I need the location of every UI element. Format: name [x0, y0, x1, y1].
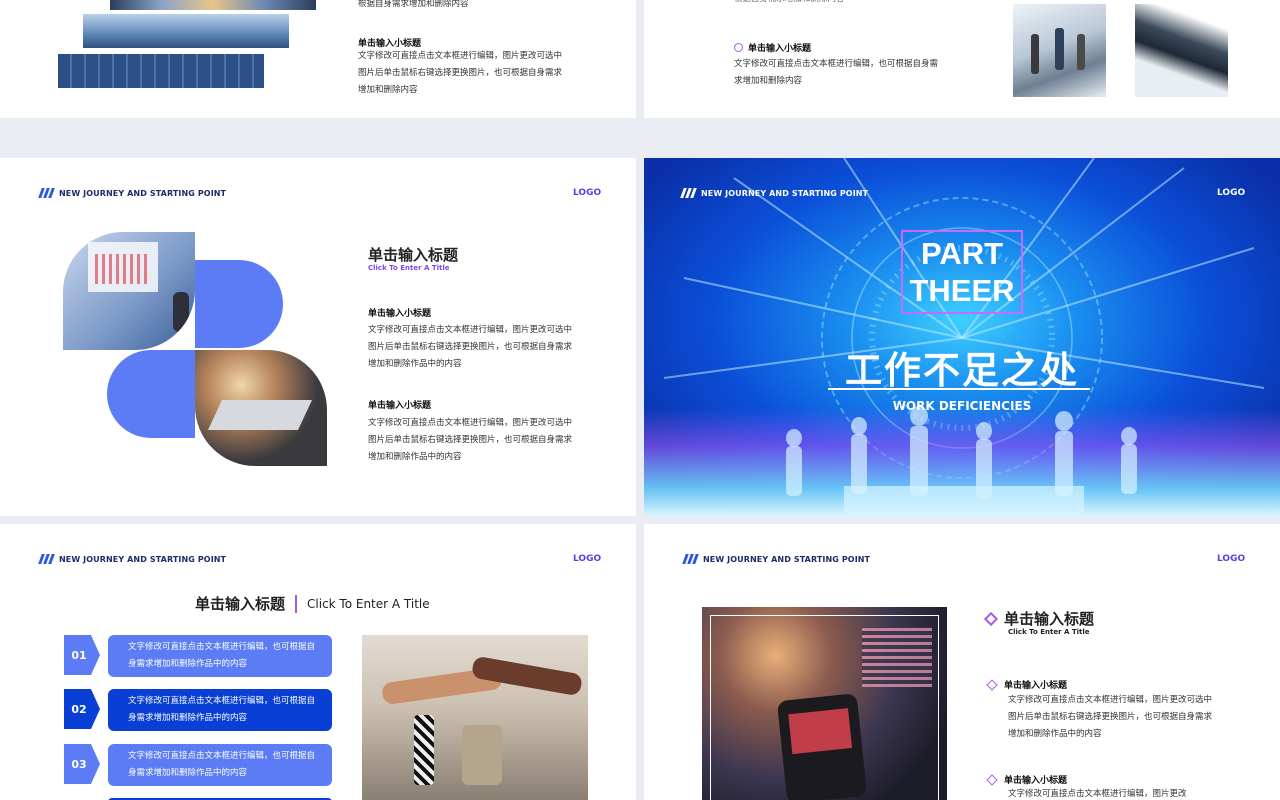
slide6-item2-row: 单击输入小标题	[986, 773, 1068, 786]
slide6-body-1: 文字修改可直接点击文本框进行编辑，图片更改可选中图片后单击鼠标右键选择更换图片，…	[1008, 695, 1213, 739]
section-title-en: WORK DEFICIENCIES	[892, 399, 1032, 413]
slide2-subtitle: 单击输入小标题	[748, 44, 812, 54]
petal-photo-laptop	[195, 350, 327, 466]
building-photo-3	[58, 54, 264, 88]
slide6-title: 单击输入标题	[1004, 610, 1095, 628]
slide1-top-line: 根据自身需求增加和删除内容	[358, 0, 469, 9]
slide-4[interactable]: NEW JOURNEY AND STARTING POINT LOGO PART…	[644, 158, 1280, 516]
slide2-body: 文字修改可直接点击文本框进行编辑，也可根据自身需求增加和删除内容	[734, 59, 939, 86]
slash-marks-icon	[38, 554, 55, 564]
slide5-title-en: Click To Enter A Title	[307, 596, 430, 611]
slide-1[interactable]: 根据自身需求增加和删除内容 单击输入小标题 文字修改可直接点击文本框进行编辑，图…	[0, 0, 636, 118]
step-number-2: 02	[64, 689, 100, 729]
logo: LOGO	[1217, 554, 1246, 564]
slash-marks-icon	[38, 188, 55, 198]
slide6-body-2: 文字修改可直接点击文本框进行编辑，图片更改	[1008, 789, 1187, 799]
slide3-body-2: 文字修改可直接点击文本框进行编辑，图片更改可选中图片后单击鼠标右键选择更换图片，…	[368, 418, 573, 462]
step-bar-2[interactable]: 文字修改可直接点击文本框进行编辑，也可根据自身需求增加和删除作品中的内容	[108, 689, 332, 731]
logo: LOGO	[573, 188, 602, 198]
petal-blue-left	[107, 350, 195, 438]
climbers-photo	[1013, 4, 1106, 97]
slide3-title: 单击输入标题	[368, 246, 459, 264]
mountain-photo	[1135, 4, 1228, 97]
title-divider	[828, 388, 1090, 390]
slide2-top-line: 根据自身需求增加和删除内容	[734, 0, 845, 8]
title-separator	[295, 594, 298, 613]
step-text-2: 文字修改可直接点击文本框进行编辑，也可根据自身需求增加和删除作品中的内容	[128, 696, 316, 723]
diamond-icon	[983, 611, 999, 626]
section-title-cn: 工作不足之处	[845, 349, 1079, 392]
header-text: NEW JOURNEY AND STARTING POINT	[703, 554, 871, 564]
slide4-header: NEW JOURNEY AND STARTING POINT	[680, 188, 869, 198]
small-diamond-icon	[986, 773, 998, 786]
slide-2[interactable]: 根据自身需求增加和删除内容 单击输入小标题 文字修改可直接点击文本框进行编辑，也…	[644, 0, 1280, 118]
slide3-title-en: Click To Enter A Title	[368, 264, 450, 272]
step-number-3: 03	[64, 744, 100, 784]
slide1-body: 文字修改可直接点击文本框进行编辑，图片更改可选中图片后单击鼠标右键选择更换图片，…	[358, 51, 563, 95]
phone-music-photo	[702, 607, 947, 800]
slide6-title-en: Click To Enter A Title	[1008, 628, 1090, 636]
slide-5[interactable]: NEW JOURNEY AND STARTING POINT LOGO 单击输入…	[0, 524, 636, 800]
header-text: NEW JOURNEY AND STARTING POINT	[59, 188, 227, 198]
step-text-1: 文字修改可直接点击文本框进行编辑，也可根据自身需求增加和删除作品中的内容	[128, 642, 316, 669]
slide2-subtitle-row: 单击输入小标题	[734, 41, 811, 54]
slide-6[interactable]: NEW JOURNEY AND STARTING POINT LOGO 单击输入…	[644, 524, 1280, 800]
part-line2: THEER	[909, 273, 1015, 308]
slide5-header: NEW JOURNEY AND STARTING POINT	[38, 554, 227, 564]
team-fist-bump-photo	[362, 635, 588, 800]
part-line1: PART	[920, 236, 1004, 271]
logo: LOGO	[1217, 188, 1246, 198]
slide6-item1-row: 单击输入小标题	[986, 678, 1068, 691]
petal-photo-chart	[63, 232, 195, 350]
petal-blue-top	[195, 260, 283, 348]
small-diamond-icon	[986, 678, 998, 691]
slash-marks-icon	[682, 554, 699, 564]
slash-marks-icon	[680, 188, 697, 198]
slide5-title: 单击输入标题	[195, 595, 286, 613]
building-photo-1	[110, 0, 316, 10]
slide6-subtitle-2: 单击输入小标题	[1004, 776, 1068, 786]
header-text: NEW JOURNEY AND STARTING POINT	[701, 188, 869, 198]
slide3-subtitle-1: 单击输入小标题	[368, 309, 432, 319]
slide3-header: NEW JOURNEY AND STARTING POINT	[38, 188, 227, 198]
step-text-3: 文字修改可直接点击文本框进行编辑，也可根据自身需求增加和删除作品中的内容	[128, 751, 316, 778]
slide6-title-row: 单击输入标题	[983, 608, 1095, 629]
step-number-1: 01	[64, 635, 100, 675]
logo: LOGO	[573, 554, 602, 564]
slide-3[interactable]: NEW JOURNEY AND STARTING POINT LOGO 单击输入…	[0, 158, 636, 516]
slide3-subtitle-2: 单击输入小标题	[368, 401, 432, 411]
slide6-header: NEW JOURNEY AND STARTING POINT	[682, 554, 871, 564]
building-photo-2	[83, 14, 289, 48]
slide5-title-row: 单击输入标题 Click To Enter A Title	[195, 593, 430, 614]
step-bar-3[interactable]: 文字修改可直接点击文本框进行编辑，也可根据自身需求增加和删除作品中的内容	[108, 744, 332, 786]
step-bar-1[interactable]: 文字修改可直接点击文本框进行编辑，也可根据自身需求增加和删除作品中的内容	[108, 635, 332, 677]
slide6-subtitle-1: 单击输入小标题	[1004, 681, 1068, 691]
header-text: NEW JOURNEY AND STARTING POINT	[59, 554, 227, 564]
slide3-body-1: 文字修改可直接点击文本框进行编辑，图片更改可选中图片后单击鼠标右键选择更换图片，…	[368, 325, 573, 369]
circle-bullet-icon	[734, 43, 743, 52]
